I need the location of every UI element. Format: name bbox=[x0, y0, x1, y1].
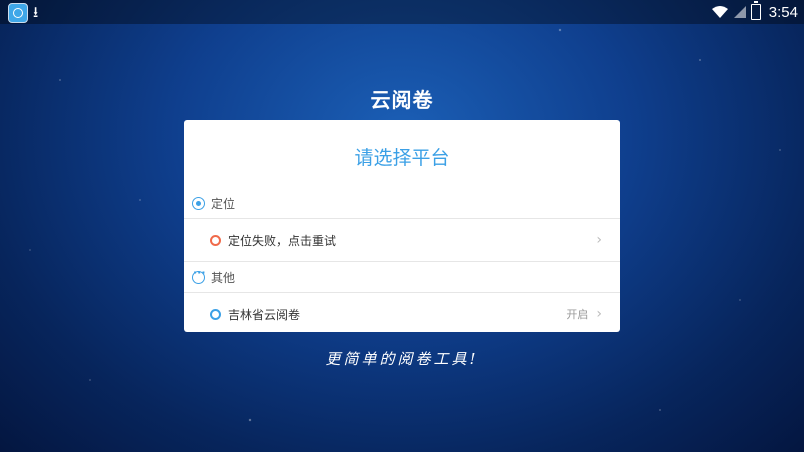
chevron-right-icon: › bbox=[596, 232, 602, 248]
slogan: 更简单的阅卷工具! bbox=[325, 350, 479, 368]
section-label: 定位 bbox=[211, 196, 236, 211]
row-status: 开启 bbox=[566, 308, 589, 321]
row-label: 吉林省云阅卷 bbox=[228, 307, 301, 322]
status-bar: ⭳ 3:54 bbox=[0, 0, 804, 24]
section-header-location: 定位 bbox=[184, 188, 620, 219]
section-label: 其他 bbox=[211, 270, 236, 285]
status-dot-icon bbox=[210, 308, 221, 320]
location-target-icon bbox=[192, 196, 205, 210]
battery-charging-icon bbox=[750, 1, 761, 20]
row-label: 定位失败，点击重试 bbox=[228, 233, 337, 248]
signal-icon bbox=[733, 6, 746, 18]
download-icon: ⭳ bbox=[33, 3, 39, 21]
app-title: 云阅卷 bbox=[370, 88, 434, 112]
app-icon bbox=[8, 3, 28, 23]
dialog-title: 请选择平台 bbox=[354, 147, 450, 169]
retry-location-row[interactable]: 定位失败，点击重试 › bbox=[184, 219, 620, 262]
section-header-other: 其他 bbox=[184, 262, 620, 293]
chevron-right-icon: › bbox=[596, 306, 602, 322]
more-dots-icon bbox=[192, 266, 205, 284]
status-bar-right: 3:54 bbox=[711, 1, 798, 22]
platform-row-jilin[interactable]: 吉林省云阅卷 开启 › bbox=[184, 293, 620, 332]
clock: 3:54 bbox=[768, 3, 798, 21]
platform-dialog: 请选择平台 定位 定位失败，点击重试 › 其他 吉林省云阅卷 开启 › bbox=[184, 120, 620, 332]
status-dot-icon bbox=[210, 234, 221, 246]
wifi-icon bbox=[711, 6, 728, 18]
